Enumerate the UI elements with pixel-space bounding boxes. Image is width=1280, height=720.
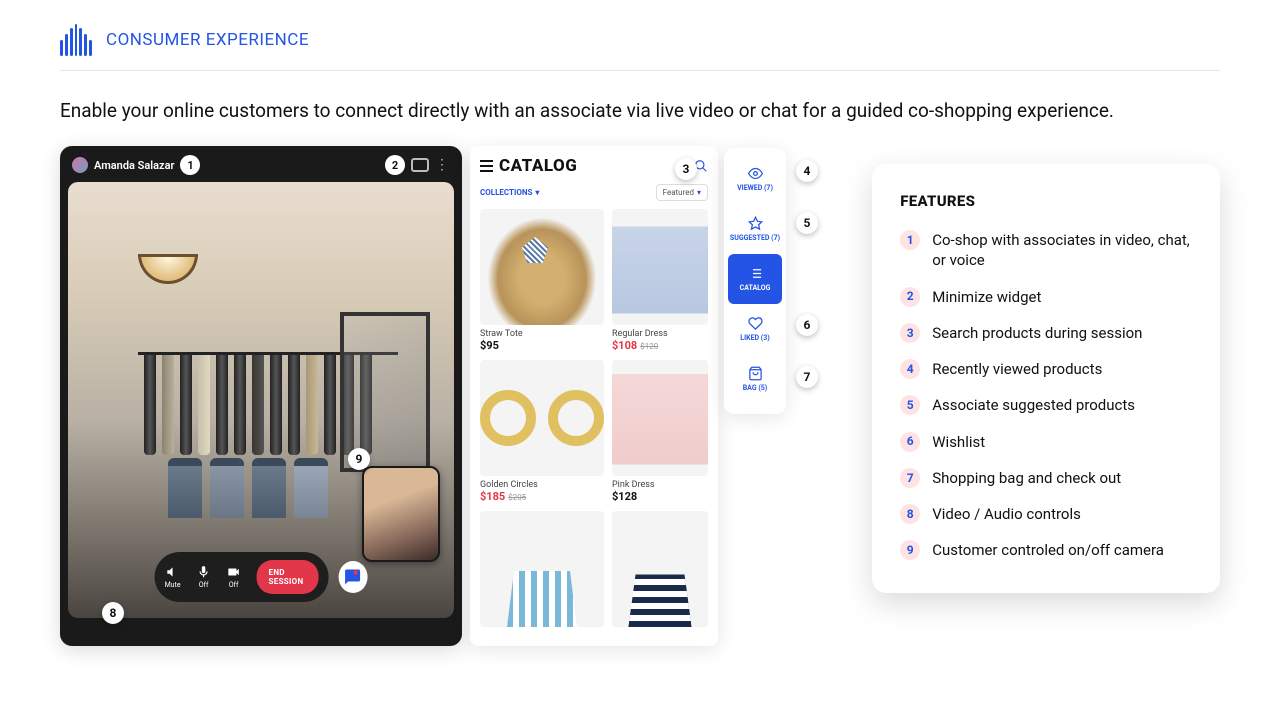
sort-dropdown[interactable]: Featured▾ bbox=[656, 184, 708, 201]
product-card[interactable]: Golden Circles$185$205 bbox=[480, 360, 604, 503]
product-image bbox=[480, 360, 604, 476]
product-image bbox=[480, 209, 604, 325]
chat-button[interactable] bbox=[338, 561, 367, 593]
product-card[interactable] bbox=[480, 511, 604, 627]
features-card: FEATURES 1Co-shop with associates in vid… bbox=[872, 164, 1220, 593]
mic-button[interactable]: Off bbox=[197, 565, 211, 589]
tab-liked[interactable]: LIKED (3) bbox=[724, 304, 786, 354]
feature-row: 1Co-shop with associates in video, chat,… bbox=[900, 230, 1192, 271]
customer-selfie-video bbox=[362, 466, 440, 562]
tab-bag[interactable]: BAG (5) bbox=[724, 354, 786, 404]
associate-name: Amanda Salazar bbox=[94, 159, 174, 172]
callout-pin-7: 7 bbox=[796, 366, 818, 388]
feature-row: 5Associate suggested products bbox=[900, 395, 1192, 415]
callout-pin-5: 5 bbox=[796, 212, 818, 234]
feature-row: 2Minimize widget bbox=[900, 287, 1192, 307]
tab-catalog[interactable]: CATALOG bbox=[728, 254, 782, 304]
callout-pin-6: 6 bbox=[796, 314, 818, 336]
catalog-title: CATALOG bbox=[480, 156, 577, 176]
product-image bbox=[612, 360, 708, 476]
product-card[interactable]: Pink Dress$128 bbox=[612, 360, 708, 503]
store-video-feed: 9 Mute Off Off END SESSION bbox=[68, 182, 454, 618]
callout-pin-3: 3 bbox=[675, 158, 697, 180]
feature-row: 8Video / Audio controls bbox=[900, 504, 1192, 524]
camera-button[interactable]: Off bbox=[227, 565, 241, 589]
video-controls: Mute Off Off END SESSION bbox=[155, 552, 368, 602]
side-tabs: VIEWED (7) SUGGESTED (7) CATALOG LIKED (… bbox=[724, 148, 786, 414]
minimize-icon[interactable] bbox=[411, 158, 429, 172]
product-image bbox=[612, 209, 708, 325]
callout-pin-9: 9 bbox=[348, 448, 370, 470]
feature-row: 3Search products during session bbox=[900, 323, 1192, 343]
features-title: FEATURES bbox=[900, 192, 1192, 210]
video-panel: Amanda Salazar 1 2 ⋮ 9 bbox=[60, 146, 462, 646]
product-mockup: Amanda Salazar 1 2 ⋮ 9 bbox=[60, 146, 814, 646]
header-title: CONSUMER EXPERIENCE bbox=[106, 30, 309, 50]
tab-viewed[interactable]: VIEWED (7) bbox=[724, 154, 786, 204]
associate-avatar bbox=[72, 157, 88, 173]
feature-row: 9Customer controled on/off camera bbox=[900, 540, 1192, 560]
more-icon[interactable]: ⋮ bbox=[435, 157, 450, 173]
callout-pin-4: 4 bbox=[796, 160, 818, 182]
product-image bbox=[612, 511, 708, 627]
page-header: CONSUMER EXPERIENCE bbox=[60, 24, 1220, 71]
brand-logo-icon bbox=[60, 24, 92, 56]
callout-pin-8: 8 bbox=[102, 602, 124, 624]
page-subtitle: Enable your online customers to connect … bbox=[60, 99, 1220, 122]
product-image bbox=[480, 511, 604, 627]
product-card[interactable]: Regular Dress$108$120 bbox=[612, 209, 708, 352]
product-card[interactable]: Straw Tote$95 bbox=[480, 209, 604, 352]
feature-row: 6Wishlist bbox=[900, 432, 1192, 452]
mute-button[interactable]: Mute bbox=[165, 565, 181, 589]
callout-pin-2: 2 bbox=[385, 155, 405, 175]
callout-pin-1: 1 bbox=[180, 155, 200, 175]
feature-row: 4Recently viewed products bbox=[900, 359, 1192, 379]
collections-dropdown[interactable]: COLLECTIONS▾ bbox=[480, 188, 539, 197]
feature-row: 7Shopping bag and check out bbox=[900, 468, 1192, 488]
end-session-button[interactable]: END SESSION bbox=[257, 560, 319, 594]
tab-suggested[interactable]: SUGGESTED (7) bbox=[724, 204, 786, 254]
menu-icon[interactable] bbox=[480, 160, 493, 172]
product-card[interactable] bbox=[612, 511, 708, 627]
catalog-panel: CATALOG COLLECTIONS▾ Featured▾ Straw Tot… bbox=[470, 146, 718, 646]
